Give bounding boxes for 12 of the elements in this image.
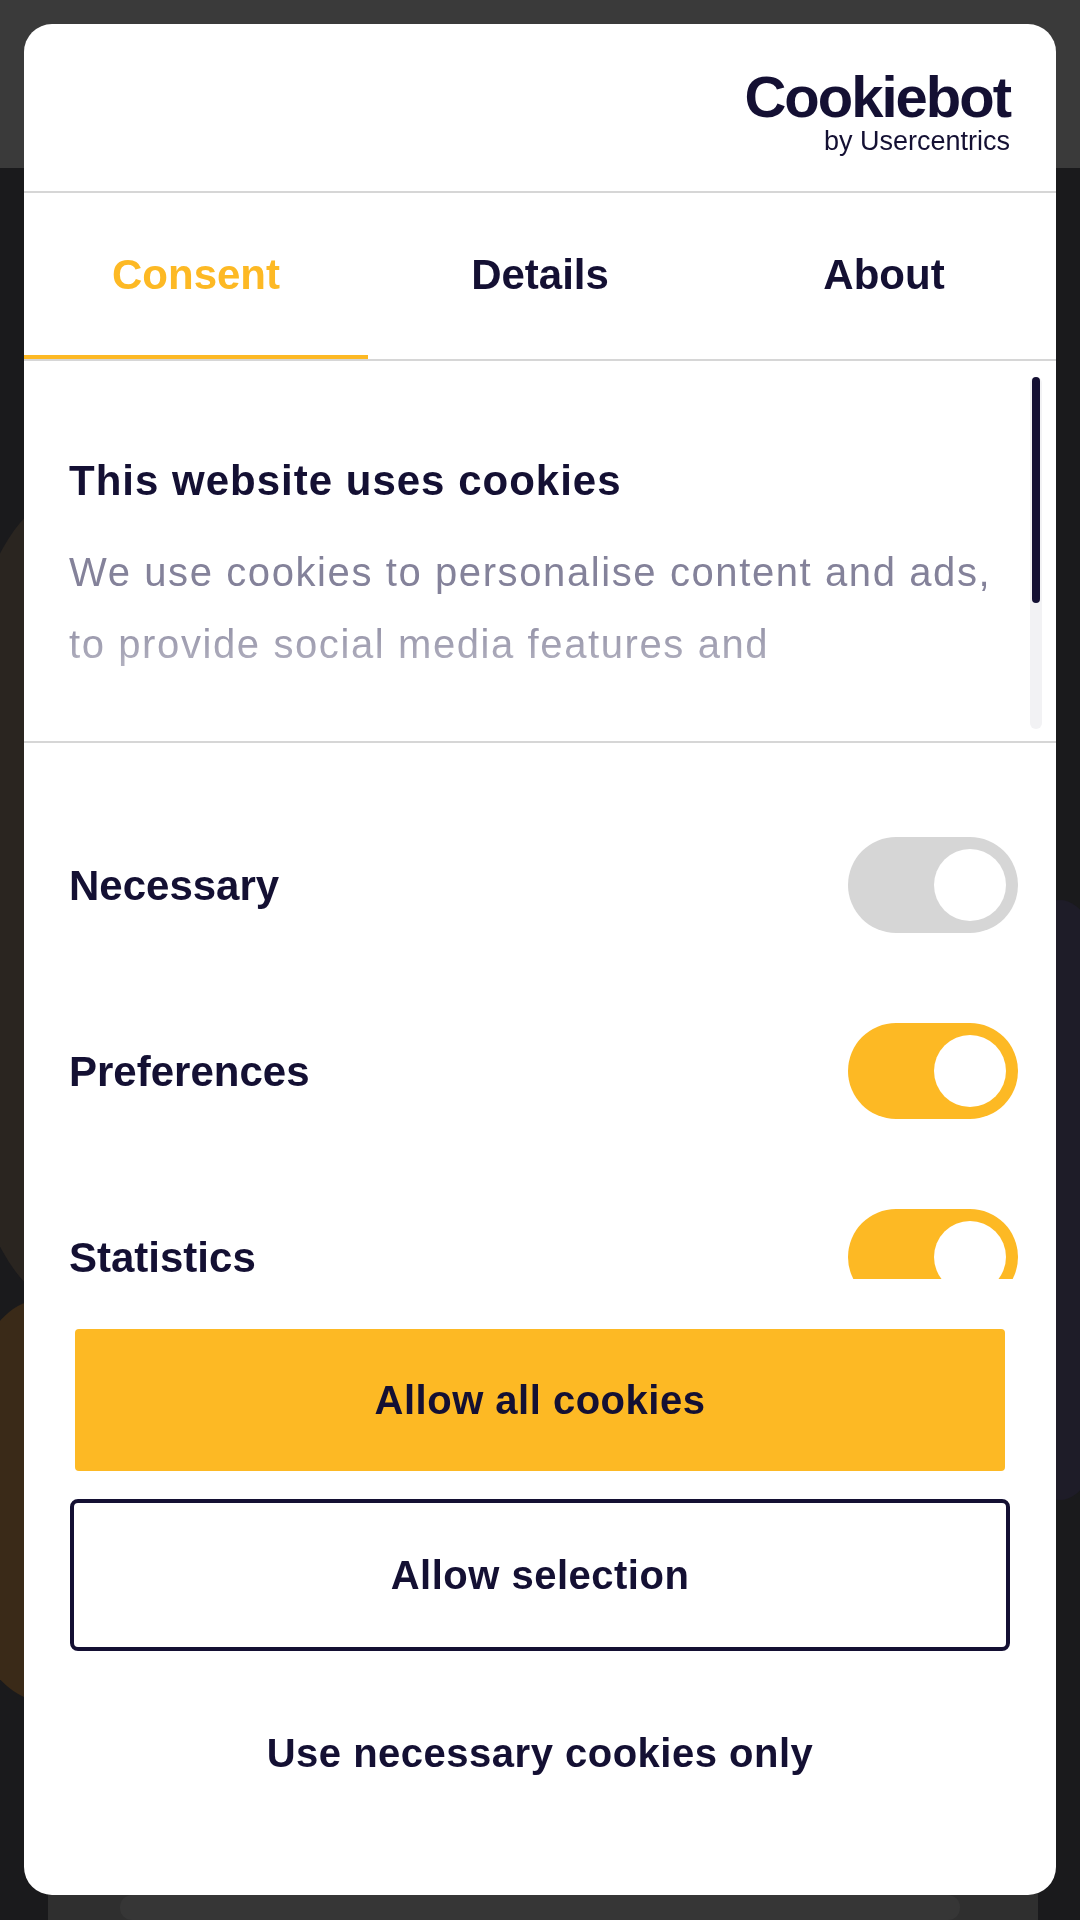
tab[interactable]: Details bbox=[368, 193, 712, 359]
action-button[interactable]: Allow selection bbox=[70, 1499, 1010, 1651]
category-label: Necessary bbox=[69, 860, 280, 911]
scrollbar[interactable] bbox=[1030, 377, 1042, 729]
description-text: We use cookies to personalise content and ads, to provide social media features and bbox=[69, 549, 993, 668]
category-label: Preferences bbox=[69, 1046, 310, 1097]
section-title: This website uses cookies bbox=[69, 456, 623, 506]
tab[interactable]: About bbox=[712, 193, 1056, 359]
toggle-switch[interactable] bbox=[848, 1209, 1018, 1279]
logo: Cookiebot by Usercentrics bbox=[744, 68, 1010, 155]
category-label: Statistics bbox=[69, 1232, 256, 1279]
action-button[interactable]: Allow all cookies bbox=[75, 1329, 1005, 1471]
